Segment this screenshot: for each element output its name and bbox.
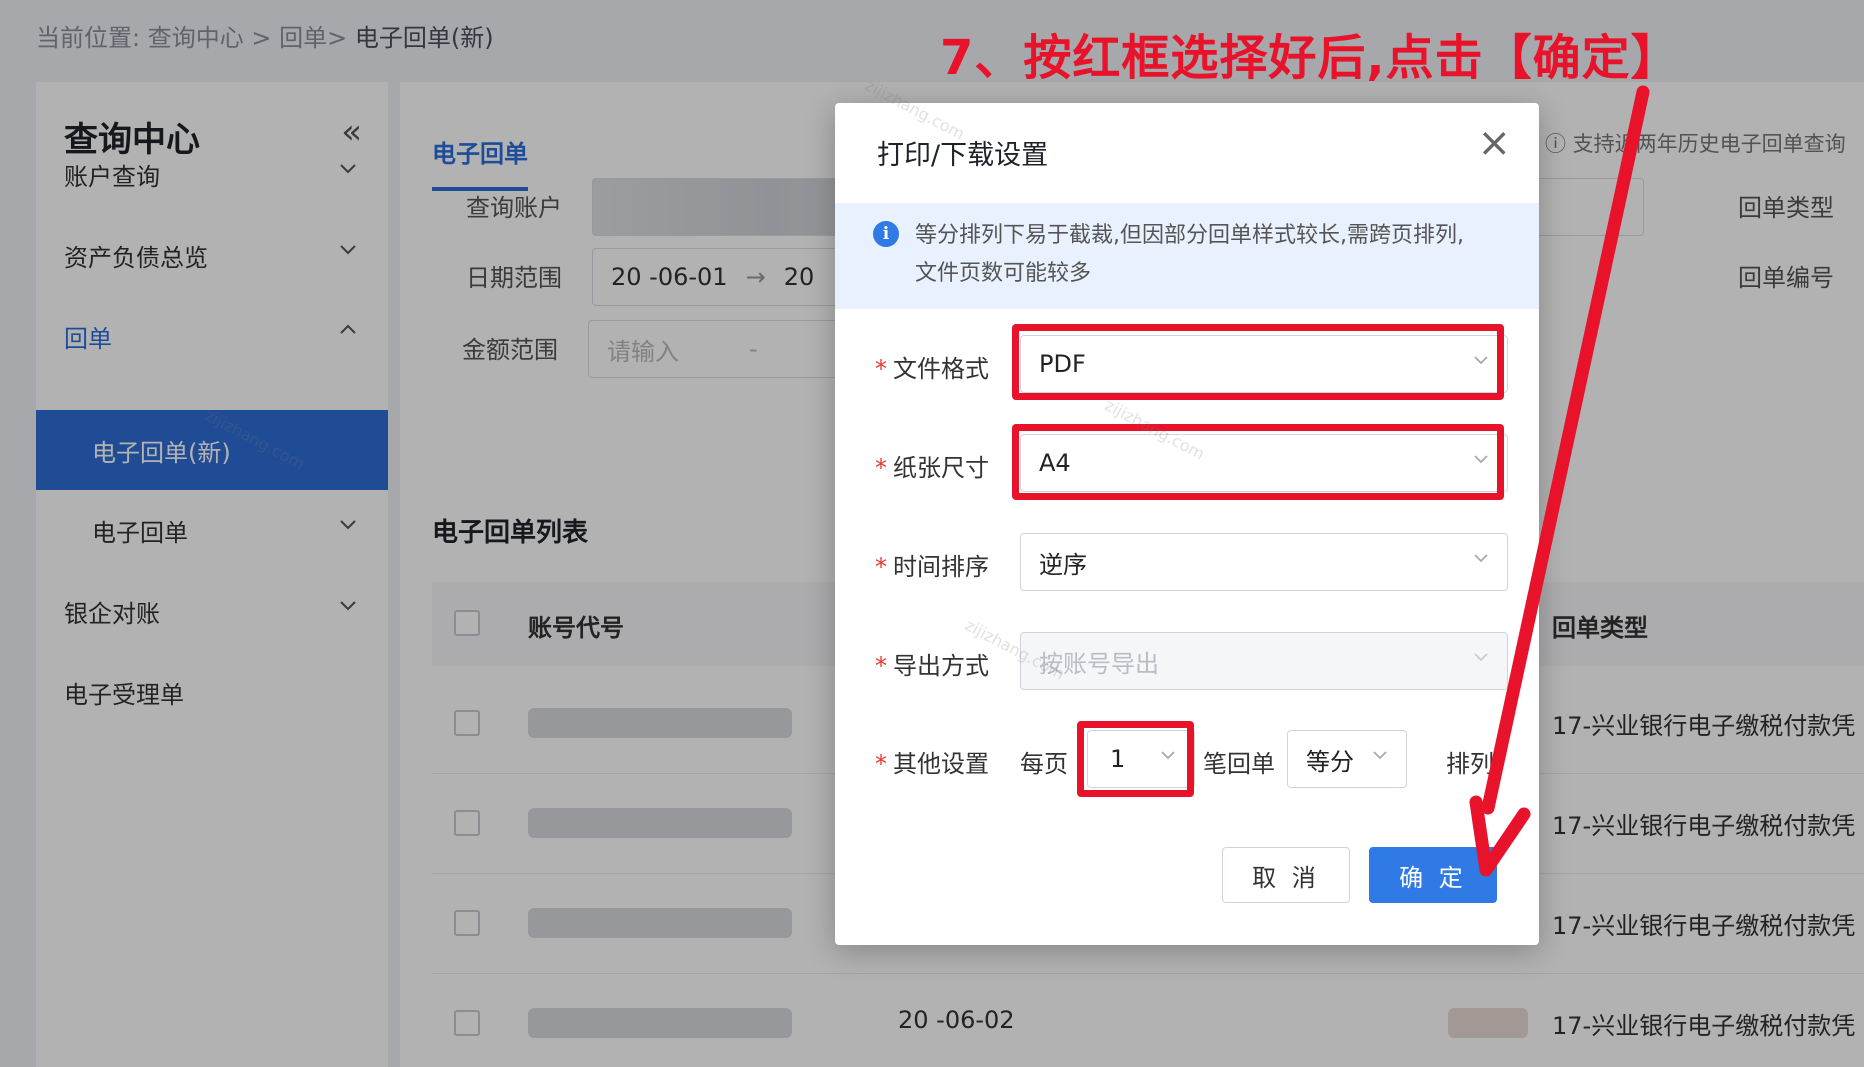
file-format-value: PDF (1039, 350, 1086, 378)
file-format-label: * 文件格式 (875, 349, 989, 384)
cancel-button[interactable]: 取 消 (1222, 847, 1350, 903)
arrange-text: 排列 (1446, 750, 1494, 778)
export-mode-value: 按账号导出 (1039, 649, 1159, 678)
layout-select[interactable]: 等分 (1287, 730, 1407, 788)
chevron-down-icon (1161, 751, 1175, 760)
info-icon: i (873, 221, 899, 247)
file-format-label-text: 文件格式 (893, 355, 989, 383)
chevron-down-icon (1474, 653, 1488, 662)
required-mark: * (875, 553, 887, 581)
info-banner: i 等分排列下易于截裁,但因部分回单样式较长,需跨页排列,文件页数可能较多 (835, 203, 1539, 309)
print-download-dialog: 打印/下载设置 × i 等分排列下易于截裁,但因部分回单样式较长,需跨页排列,文… (835, 103, 1539, 945)
dialog-title: 打印/下载设置 (877, 140, 1049, 171)
chevron-down-icon (1373, 751, 1387, 760)
close-icon[interactable]: × (1477, 123, 1511, 163)
export-mode-label: * 导出方式 (875, 646, 989, 681)
time-order-label-text: 时间排序 (893, 553, 989, 581)
info-text: 等分排列下易于截裁,但因部分回单样式较长,需跨页排列,文件页数可能较多 (915, 223, 1464, 286)
count-per-page-value: 1 (1110, 745, 1126, 773)
paper-size-value: A4 (1039, 449, 1071, 477)
export-mode-label-text: 导出方式 (893, 652, 989, 680)
paper-size-label-text: 纸张尺寸 (893, 454, 989, 482)
export-mode-select: 按账号导出 (1020, 632, 1508, 690)
layout-value: 等分 (1306, 747, 1354, 776)
time-order-select[interactable]: 逆序 (1020, 533, 1508, 591)
other-settings-label: * 其他设置 (875, 744, 989, 779)
chevron-down-icon (1474, 554, 1488, 563)
time-order-value: 逆序 (1039, 550, 1087, 579)
confirm-button[interactable]: 确 定 (1369, 847, 1497, 903)
paper-size-label: * 纸张尺寸 (875, 448, 989, 483)
count-per-page-select[interactable]: 1 (1087, 730, 1195, 788)
chevron-down-icon (1474, 356, 1488, 365)
required-mark: * (875, 750, 887, 778)
required-mark: * (875, 355, 887, 383)
chevron-down-icon (1474, 455, 1488, 464)
other-settings-label-text: 其他设置 (893, 750, 989, 778)
per-page-text: 每页 (1020, 750, 1068, 778)
required-mark: * (875, 454, 887, 482)
file-format-select[interactable]: PDF (1020, 335, 1508, 393)
required-mark: * (875, 652, 887, 680)
receipt-unit-text: 笔回单 (1203, 750, 1275, 778)
paper-size-select[interactable]: A4 (1020, 434, 1508, 492)
instruction-headline: 7、按红框选择好后,点击【确定】 (940, 30, 1680, 86)
time-order-label: * 时间排序 (875, 547, 989, 582)
